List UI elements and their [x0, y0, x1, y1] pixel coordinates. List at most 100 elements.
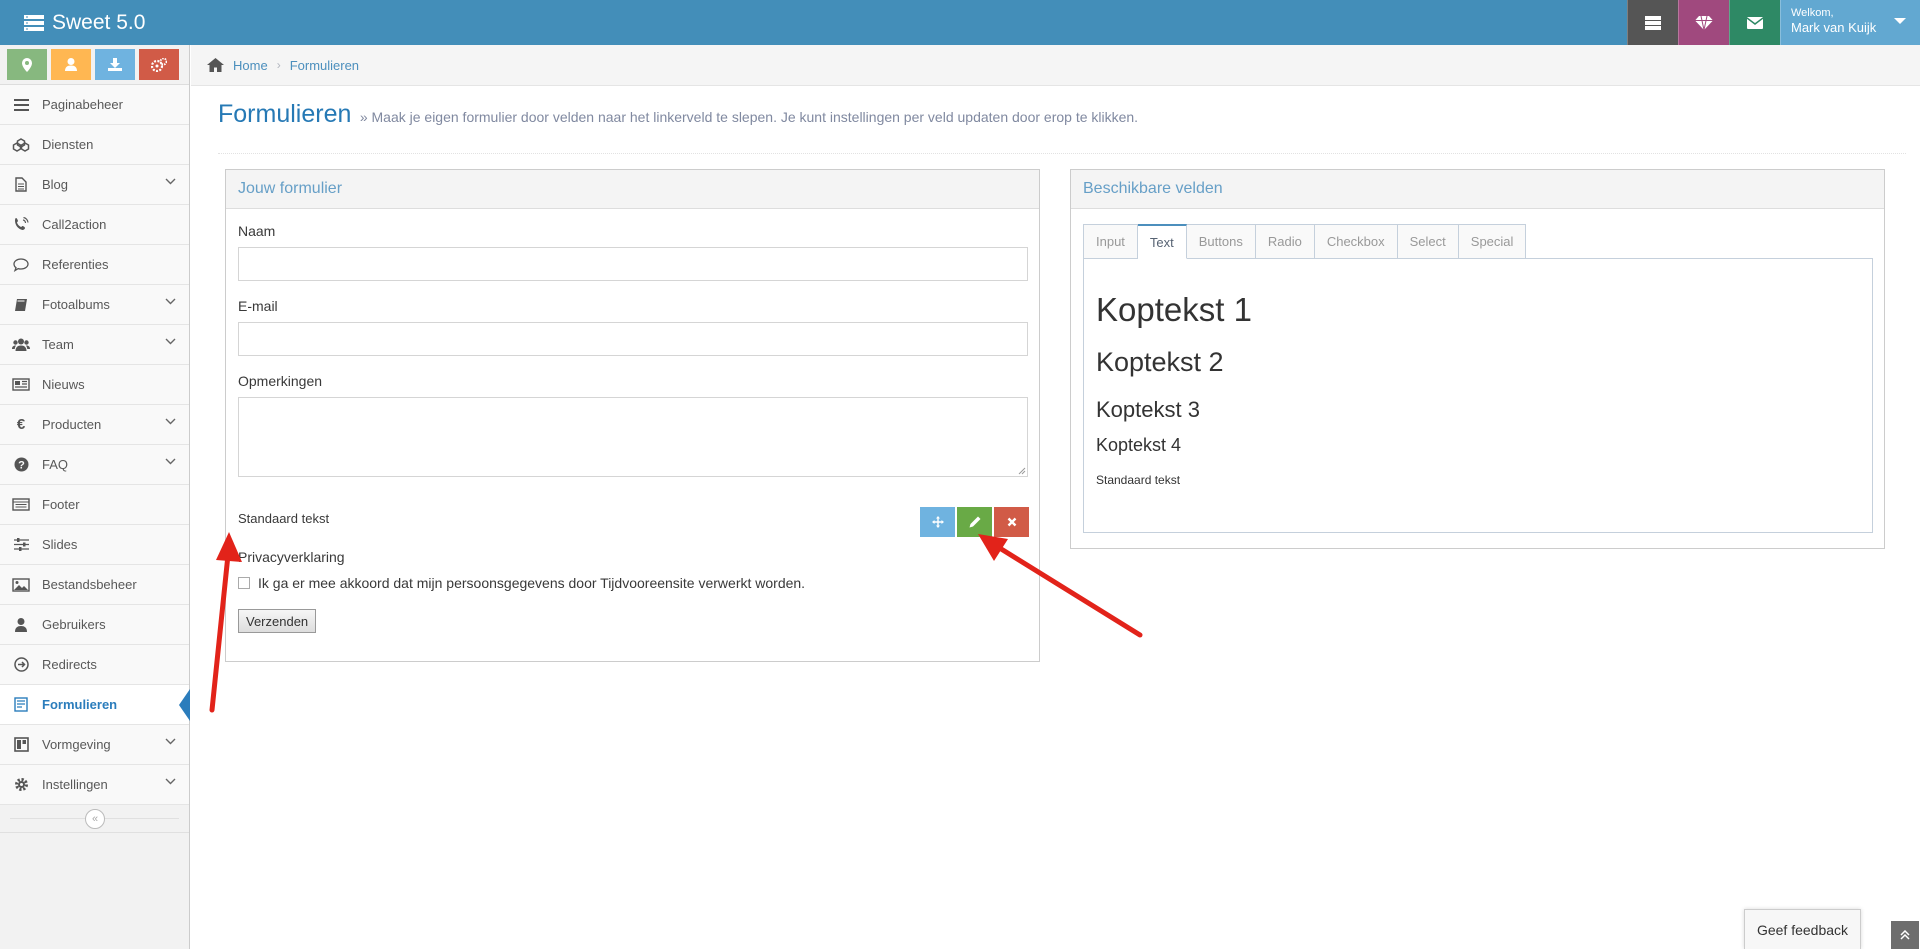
- sidebar-item-footer[interactable]: Footer: [0, 485, 189, 525]
- brand-logo[interactable]: Sweet 5.0: [24, 0, 145, 45]
- messages-button[interactable]: [1729, 0, 1780, 45]
- user-menu[interactable]: Welkom, Mark van Kuijk: [1780, 0, 1920, 45]
- heading-4-draggable[interactable]: Koptekst 4: [1096, 435, 1181, 456]
- sidebar-item-label: Referenties: [42, 257, 109, 272]
- user-icon: [65, 58, 77, 71]
- sidebar-item-paginabeheer[interactable]: Paginabeheer: [0, 85, 189, 125]
- sidebar: Paginabeheer Diensten Blog Call2action R…: [0, 45, 190, 949]
- server-button[interactable]: [1627, 0, 1678, 45]
- sidebar-item-instellingen[interactable]: Instellingen: [0, 765, 189, 805]
- standard-text-draggable[interactable]: Standaard tekst: [1096, 473, 1180, 487]
- active-indicator: [179, 689, 190, 721]
- standard-text-field[interactable]: Standaard tekst: [238, 511, 329, 526]
- sidebar-item-vormgeving[interactable]: Vormgeving: [0, 725, 189, 765]
- tab-text[interactable]: Text: [1137, 224, 1187, 259]
- sidebar-item-team[interactable]: Team: [0, 325, 189, 365]
- resize-grip-icon[interactable]: [1018, 467, 1026, 475]
- heading-1-draggable[interactable]: Koptekst 1: [1096, 291, 1252, 329]
- arrow-circle-right-icon: [12, 656, 30, 674]
- app-title: Sweet 5.0: [52, 10, 146, 34]
- feedback-button[interactable]: Geef feedback: [1744, 909, 1861, 949]
- comment-icon: [12, 256, 30, 274]
- euro-icon: €: [16, 416, 26, 433]
- breadcrumb-current-link[interactable]: Formulieren: [290, 58, 359, 73]
- email-input[interactable]: [238, 322, 1028, 356]
- sidebar-item-diensten[interactable]: Diensten: [0, 125, 189, 165]
- privacy-checkbox-text: Ik ga er mee akkoord dat mijn persoonsge…: [258, 575, 806, 591]
- sidebar-shortcuts: [0, 45, 189, 85]
- sidebar-item-producten[interactable]: € Producten: [0, 405, 189, 445]
- privacy-label: Privacyverklaring: [238, 549, 345, 565]
- field-tabs: Input Text Buttons Radio Checkbox Select…: [1083, 224, 1527, 259]
- edit-field-button[interactable]: [957, 507, 992, 537]
- email-label: E-mail: [238, 298, 278, 314]
- heading-3-draggable[interactable]: Koptekst 3: [1096, 397, 1200, 423]
- page-title: Formulieren: [218, 100, 352, 128]
- file-icon: [12, 176, 30, 194]
- shortcut-settings-button[interactable]: [139, 49, 179, 80]
- tab-select[interactable]: Select: [1397, 224, 1459, 259]
- opmerkingen-textarea[interactable]: [238, 397, 1028, 477]
- sidebar-item-label: Blog: [42, 177, 69, 192]
- move-field-button[interactable]: [920, 507, 955, 537]
- breadcrumb-home-link[interactable]: Home: [233, 58, 268, 73]
- sidebar-item-slides[interactable]: Slides: [0, 525, 189, 565]
- sidebar-item-bestandsbeheer[interactable]: Bestandsbeheer: [0, 565, 189, 605]
- shortcut-location-button[interactable]: [7, 49, 47, 80]
- sidebar-item-label: Bestandsbeheer: [42, 577, 137, 592]
- sidebar-item-faq[interactable]: ? FAQ: [0, 445, 189, 485]
- sidebar-item-gebruikers[interactable]: Gebruikers: [0, 605, 189, 645]
- sidebar-item-label: Slides: [42, 537, 78, 552]
- close-icon: [1007, 517, 1017, 527]
- sidebar-item-referenties[interactable]: Referenties: [0, 245, 189, 285]
- naam-input[interactable]: [238, 247, 1028, 281]
- widget-title: Jouw formulier: [226, 170, 1039, 209]
- privacy-checkbox[interactable]: [238, 577, 250, 589]
- shortcut-user-button[interactable]: [51, 49, 91, 80]
- sidebar-item-formulieren[interactable]: Formulieren: [0, 685, 190, 725]
- sidebar-item-label: Nieuws: [42, 377, 85, 392]
- breadcrumb-separator-icon: ›: [276, 58, 281, 72]
- diamond-button[interactable]: [1678, 0, 1729, 45]
- tab-special[interactable]: Special: [1458, 224, 1527, 259]
- chevron-down-icon: [165, 418, 176, 425]
- shortcut-download-button[interactable]: [95, 49, 135, 80]
- widget-title: Beschikbare velden: [1071, 170, 1884, 209]
- sidebar-item-redirects[interactable]: Redirects: [0, 645, 189, 685]
- move-icon: [931, 516, 944, 528]
- heading-2-draggable[interactable]: Koptekst 2: [1096, 347, 1224, 378]
- tab-buttons[interactable]: Buttons: [1186, 224, 1256, 259]
- envelope-icon: [1747, 16, 1763, 29]
- sidebar-collapse-button[interactable]: «: [85, 809, 105, 829]
- sidebar-item-label: Call2action: [42, 217, 107, 232]
- phone-volume-icon: [12, 216, 30, 234]
- question-circle-icon: ?: [12, 456, 30, 474]
- user-icon: [12, 616, 30, 634]
- text-tab-pane: Koptekst 1 Koptekst 2 Koptekst 3 Kopteks…: [1083, 258, 1873, 533]
- form-builder-widget[interactable]: Jouw formulier Naam E-mail Opmerkingen S…: [225, 169, 1040, 662]
- map-marker-icon: [22, 57, 32, 72]
- sidebar-item-blog[interactable]: Blog: [0, 165, 189, 205]
- sidebar-item-call2action[interactable]: Call2action: [0, 205, 189, 245]
- chevron-down-icon: [165, 778, 176, 785]
- opmerkingen-label: Opmerkingen: [238, 373, 323, 389]
- sidebar-item-fotoalbums[interactable]: Fotoalbums: [0, 285, 189, 325]
- brand-icon: [24, 14, 44, 31]
- sidebar-menu: Paginabeheer Diensten Blog Call2action R…: [0, 85, 190, 805]
- breadcrumb: Home › Formulieren: [191, 45, 1920, 86]
- sidebar-item-label: Diensten: [42, 137, 94, 152]
- list-alt-icon: [12, 496, 30, 514]
- tab-checkbox[interactable]: Checkbox: [1314, 224, 1398, 259]
- available-fields-widget: Beschikbare velden Input Text Buttons Ra…: [1070, 169, 1885, 549]
- pencil-icon: [969, 516, 981, 528]
- bars-icon: [12, 96, 30, 114]
- sidebar-item-nieuws[interactable]: Nieuws: [0, 365, 189, 405]
- form-icon: [12, 696, 30, 714]
- submit-button[interactable]: Verzenden: [238, 609, 317, 633]
- sidebar-item-label: Vormgeving: [42, 737, 111, 752]
- scroll-to-top-button[interactable]: [1891, 921, 1919, 949]
- tab-input[interactable]: Input: [1083, 224, 1138, 259]
- delete-field-button[interactable]: [994, 507, 1029, 537]
- tab-radio[interactable]: Radio: [1255, 224, 1315, 259]
- diamond-icon: [1695, 15, 1713, 30]
